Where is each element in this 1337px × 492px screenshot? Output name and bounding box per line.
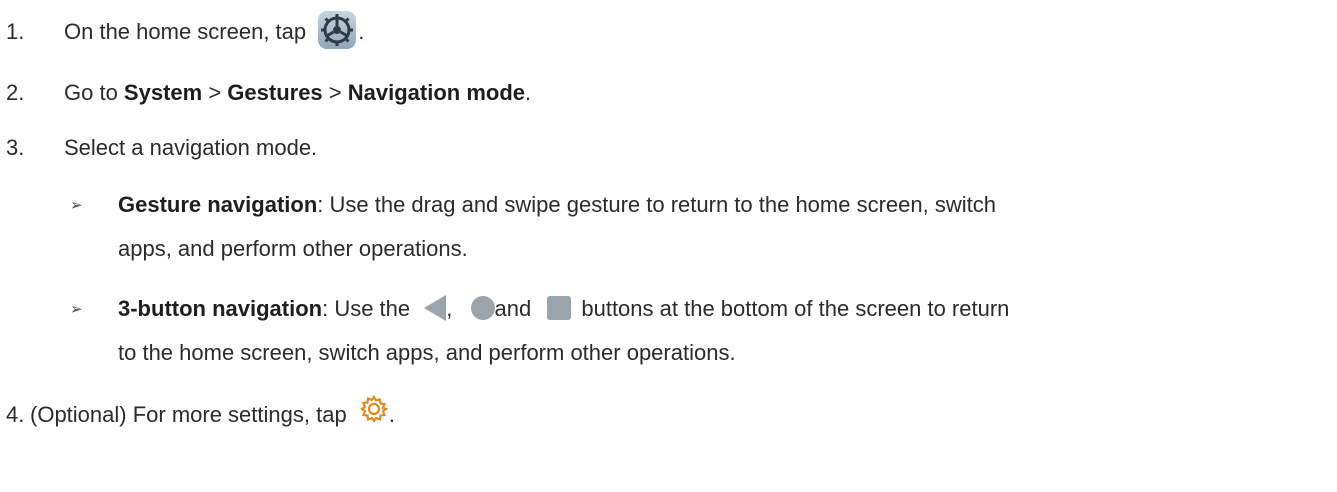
- step-1-period: .: [358, 18, 365, 44]
- step-3: 3. Select a navigation mode.: [6, 133, 317, 163]
- settings-app-gear-icon[interactable]: [318, 11, 357, 49]
- step-1: 1. On the home screen, tap .: [6, 11, 365, 52]
- bullet-marker-gesture: ➢: [70, 197, 83, 214]
- path-gestures: Gestures: [227, 80, 323, 105]
- path-separator-2: >: [322, 80, 348, 105]
- step-2-suffix: .: [525, 80, 532, 105]
- step-4-number: 4.: [6, 401, 25, 427]
- step-4-text: (Optional) For more settings, tap: [30, 401, 347, 427]
- path-navigation-mode: Navigation mode: [347, 80, 525, 105]
- step-2: 2. Go to System > Gestures > Navigation m…: [6, 78, 531, 108]
- bullet-3-button-navigation-line-1: 3-button navigation: Use the , and butto…: [118, 294, 1009, 324]
- bullet-3-button-navigation-line-2: to the home screen, switch apps, and per…: [118, 338, 736, 368]
- back-triangle-icon: [424, 295, 447, 322]
- 3-button-navigation-title: 3-button navigation: [118, 296, 323, 321]
- recent-square-icon: [547, 296, 572, 321]
- home-circle-icon: [470, 296, 495, 321]
- gesture-navigation-desc: : Use the drag and swipe gesture to retu…: [317, 192, 996, 217]
- gear-icon[interactable]: [359, 394, 389, 432]
- step-4: 4. (Optional) For more settings, tap .: [6, 394, 395, 435]
- bullet-gesture-navigation-line-2: apps, and perform other operations.: [118, 234, 468, 264]
- 3-button-desc-a: : Use the: [322, 296, 411, 321]
- 3-button-desc-d: buttons at the bottom of the screen to r…: [581, 296, 1010, 321]
- bullet-gesture-navigation-line-1: Gesture navigation: Use the drag and swi…: [118, 190, 996, 220]
- step-2-number: 2.: [6, 80, 25, 105]
- gesture-navigation-desc-2: apps, and perform other operations.: [118, 236, 468, 261]
- step-1-number: 1.: [6, 18, 25, 44]
- step-3-text: Select a navigation mode.: [64, 135, 318, 160]
- bullet-marker-3-button: ➢: [70, 301, 83, 318]
- path-system: System: [123, 80, 203, 105]
- 3-button-desc-comma: ,: [446, 296, 453, 321]
- step-3-number: 3.: [6, 135, 25, 160]
- gesture-navigation-title: Gesture navigation: [118, 192, 318, 217]
- instruction-document: 1. On the home screen, tap . 2. Go to Sy…: [0, 0, 1337, 492]
- path-separator-1: >: [202, 80, 228, 105]
- step-4-period: .: [388, 401, 395, 427]
- step-1-text: On the home screen, tap: [64, 18, 307, 44]
- 3-button-desc-and: and: [494, 296, 532, 321]
- 3-button-desc-2: to the home screen, switch apps, and per…: [118, 340, 736, 365]
- step-2-prefix: Go to: [64, 80, 124, 105]
